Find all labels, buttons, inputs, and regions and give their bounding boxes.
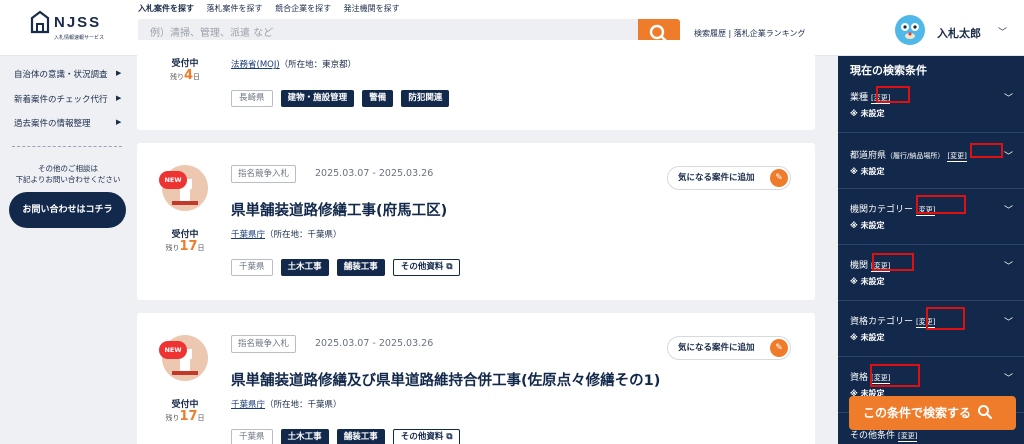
highlight-box <box>916 195 966 214</box>
prefecture-tag: 千葉県 <box>231 429 273 444</box>
pin-icon: ✎ <box>770 169 788 187</box>
sidebar-item-label: 自治体の意識・状況調査 <box>14 70 108 80</box>
remaining-days: 残り17日 <box>165 409 205 424</box>
chevron-down-icon[interactable]: ﹀ <box>1004 203 1013 216</box>
highlight-box <box>926 307 965 330</box>
nav-search-competitors[interactable]: 競合企業を探す <box>275 4 331 13</box>
chevron-down-icon[interactable]: ﹀ <box>1004 91 1013 104</box>
bid-card[interactable]: NEW 受付中 残り17日 指名競争入札 2025.03.07 - 2025.0… <box>137 143 815 300</box>
sidebar-item-label: 新着案件のチェック代行 <box>14 95 108 105</box>
chevron-down-icon[interactable]: ﹀ <box>998 25 1007 38</box>
prefecture-tag: 長崎県 <box>231 90 273 107</box>
agency-info: 千葉県庁（所在地：千葉県） <box>231 230 342 240</box>
other-documents-button[interactable]: その他資料 ⧉ <box>392 259 461 276</box>
bid-card[interactable]: NEW 受付中 残り17日 指名競争入札 2025.03.07 - 2025.0… <box>137 313 815 444</box>
condition-label: 都道府県（履行/納品場所） [変更] <box>850 151 967 162</box>
bid-period: 2025.03.07 - 2025.03.26 <box>315 338 434 349</box>
nav-search-bids[interactable]: 入札案件を探す <box>138 4 194 13</box>
condition-label: その他条件 [変更] <box>850 431 918 442</box>
chevron-down-icon[interactable]: ﹀ <box>1004 371 1013 384</box>
logo-text: NJSS <box>54 14 102 31</box>
add-favorite-button[interactable]: 気になる案件に追加 ✎ <box>667 336 791 360</box>
tag-list: 長崎県 建物・施設管理 警備 防犯関連 <box>231 90 452 108</box>
chevron-right-icon: ▶ <box>116 69 122 77</box>
panel-title: 現在の検索条件 <box>850 64 927 77</box>
sidebar-item-label: 過去案件の情報整理 <box>14 119 91 129</box>
highlight-box <box>870 364 920 387</box>
sidebar-item-survey[interactable]: 自治体の意識・状況調査 ▶ <box>14 68 121 80</box>
chevron-down-icon[interactable]: ﹀ <box>1004 259 1013 272</box>
left-sidebar: 自治体の意識・状況調査 ▶ 新着案件のチェック代行 ▶ 過去案件の情報整理 ▶ その他… <box>0 56 136 444</box>
search-icon <box>978 405 993 420</box>
condition-value: ※ 未設定 <box>850 333 885 342</box>
category-tag: 土木工事 <box>280 429 329 444</box>
consult-line-1: その他のご相談は <box>38 164 98 173</box>
chevron-down-icon[interactable]: ﹀ <box>1004 315 1013 328</box>
document-icon: ⧉ <box>446 432 453 442</box>
njss-logo[interactable]: NJSS 入札情報速報サービス <box>30 10 104 50</box>
prefecture-tag: 千葉県 <box>231 259 273 276</box>
bid-period: 2025.03.07 - 2025.03.26 <box>315 168 434 179</box>
condition-value: ※ 未設定 <box>850 167 885 176</box>
condition-agency[interactable]: 機関 [変更] ※ 未設定 ﹀ <box>838 244 1024 300</box>
category-tag: 舗装工事 <box>336 259 385 276</box>
bid-type-badge: 指名競争入札 <box>231 165 297 183</box>
document-icon: ⧉ <box>446 262 453 272</box>
new-badge: NEW <box>159 171 187 189</box>
condition-prefecture[interactable]: 都道府県（履行/納品場所） [変更] ※ 未設定 ﹀ <box>838 132 1024 188</box>
condition-label: 資格カテゴリー [変更] <box>850 317 936 328</box>
chevron-right-icon: ▶ <box>116 118 122 126</box>
header-links[interactable]: 検索履歴 | 落札企業ランキング <box>694 28 806 39</box>
agency-link[interactable]: 千葉県庁 <box>231 230 265 240</box>
bid-title[interactable]: 県単舗装道路修繕及び県単道路維持合併工事(佐原点々修繕その1) <box>231 369 660 390</box>
bid-card[interactable]: 受付中 残り4日 法務省(MOJ)（所在地：東京都） 長崎県 建物・施設管理 警… <box>137 40 815 130</box>
sidebar-item-past-info[interactable]: 過去案件の情報整理 ▶ <box>14 117 121 129</box>
highlight-box <box>872 253 914 271</box>
change-link[interactable]: [変更] <box>898 431 918 442</box>
bid-type-badge: 指名競争入札 <box>231 335 297 353</box>
condition-value: ※ 未設定 <box>850 221 885 230</box>
consult-note: その他のご相談は 下記よりお問い合わせください <box>0 163 136 185</box>
category-tag: 土木工事 <box>280 259 329 276</box>
highlight-box <box>876 86 910 103</box>
condition-value: ※ 未設定 <box>850 277 885 286</box>
condition-value: ※ 未設定 <box>850 109 885 118</box>
bid-title[interactable]: 県単舗装道路修繕工事(府馬工区) <box>231 199 447 220</box>
avatar[interactable] <box>894 14 926 46</box>
logo-house-icon <box>30 10 50 34</box>
tag-list: 千葉県 土木工事 舗装工事 その他資料 ⧉ <box>231 429 463 444</box>
sidebar-item-check-agent[interactable]: 新着案件のチェック代行 ▶ <box>14 93 121 105</box>
nav-search-agencies[interactable]: 発注機関を探す <box>344 4 400 13</box>
new-badge: NEW <box>159 341 187 359</box>
agency-info: 千葉県庁（所在地：千葉県） <box>231 400 342 410</box>
agency-link[interactable]: 千葉県庁 <box>231 400 265 410</box>
contact-button[interactable]: お問い合わせはコチラ <box>9 192 126 228</box>
chevron-right-icon: ▶ <box>116 94 122 102</box>
remaining-days: 残り17日 <box>165 239 205 254</box>
consult-line-2: 下記よりお問い合わせください <box>15 175 121 184</box>
nav-search-awards[interactable]: 落札案件を探す <box>207 4 263 13</box>
category-tag: 建物・施設管理 <box>280 90 355 107</box>
chevron-down-icon[interactable]: ﹀ <box>1004 149 1013 162</box>
agency-link[interactable]: 法務省(MOJ) <box>231 60 280 70</box>
other-documents-button[interactable]: その他資料 ⧉ <box>392 429 461 444</box>
category-tag: 防犯関連 <box>401 90 450 107</box>
agency-info: 法務省(MOJ)（所在地：東京都） <box>231 60 357 70</box>
main-nav: 入札案件を探す 落札案件を探す 競合企業を探す 発注機関を探す <box>138 3 410 14</box>
logo-subtitle: 入札情報速報サービス <box>54 35 105 41</box>
tag-list: 千葉県 土木工事 舗装工事 その他資料 ⧉ <box>231 259 463 277</box>
add-favorite-button[interactable]: 気になる案件に追加 ✎ <box>667 166 791 190</box>
condition-industry[interactable]: 業種 [変更] ※ 未設定 ﹀ <box>838 80 1024 138</box>
search-with-conditions-button[interactable]: この条件で検索する <box>849 396 1016 430</box>
pin-icon: ✎ <box>770 339 788 357</box>
user-name[interactable]: 入札太郎 <box>937 25 981 41</box>
search-conditions-panel: 現在の検索条件 業種 [変更] ※ 未設定 ﹀ 都道府県（履行/納品場所） [変更]… <box>838 56 1024 444</box>
category-tag: 舗装工事 <box>336 429 385 444</box>
category-tag: 警備 <box>362 90 394 107</box>
change-link[interactable]: [変更] <box>947 151 967 162</box>
sidebar-divider <box>12 146 122 147</box>
remaining-days: 残り4日 <box>169 68 201 83</box>
highlight-box <box>970 143 1003 158</box>
